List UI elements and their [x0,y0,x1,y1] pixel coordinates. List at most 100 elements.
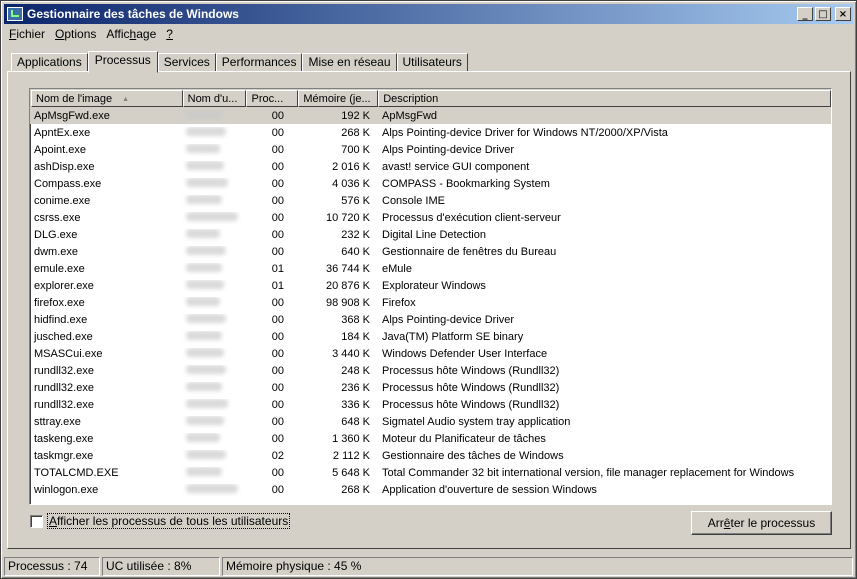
table-row[interactable]: taskmgr.exe 02 2 112 K Gestionnaire des tâc… [30,447,831,464]
process-description: Processus d'exécution client-serveur [382,211,561,224]
process-description: Application d'ouverture de session Windo… [382,483,597,496]
tab-utilisateurs[interactable]: Utilisateurs [396,53,468,72]
close-button[interactable]: × [835,7,851,21]
menu-help[interactable]: ? [161,27,178,41]
process-name: winlogon.exe [34,483,99,496]
redacted-username [186,279,224,289]
process-name: ApMsgFwd.exe [34,109,110,122]
process-memory: 4 036 K [332,177,370,190]
table-row[interactable]: ApntEx.exe 00 268 K Alps Pointing-device Dr… [30,124,831,141]
show-all-users-checkbox[interactable] [30,514,43,528]
table-row[interactable]: hidfind.exe 00 368 K Alps Pointing-device D… [30,311,831,328]
process-user-redacted [182,398,246,411]
redacted-username [186,177,228,187]
table-row[interactable]: conime.exe 00 576 K Console IME [30,192,831,209]
redacted-username [186,194,222,204]
tab-processus[interactable]: Processus [87,51,158,73]
title-bar[interactable]: Gestionnaire des tâches de Windows _ □ × [4,4,853,24]
process-name: Compass.exe [34,177,102,190]
table-row[interactable]: ApMsgFwd.exe 00 192 K ApMsgFwd [30,107,831,124]
table-row[interactable]: Compass.exe 00 4 036 K COMPASS - Bookmarkin… [30,175,831,192]
table-row[interactable]: DLG.exe 00 232 K Digital Line Detection [30,226,831,243]
process-cpu: 00 [271,177,284,190]
table-row[interactable]: rundll32.exe 00 248 K Processus hôte Window… [30,362,831,379]
menu-affichage-pre: Affic [106,27,130,41]
tab-services[interactable]: Services [157,53,216,72]
process-memory: 236 K [341,381,370,394]
table-row[interactable]: MSASCui.exe 00 3 440 K Windows Defender Use… [30,345,831,362]
process-description: Alps Pointing-device Driver for Windows … [382,126,668,139]
process-cpu: 01 [271,279,284,292]
process-name: MSASCui.exe [34,347,103,360]
column-header-name[interactable]: Nom de l'image ▲ [31,90,183,107]
process-description: Explorateur Windows [382,279,486,292]
process-description: eMule [382,262,412,275]
process-user-redacted [182,177,246,190]
process-cpu: 00 [271,432,284,445]
table-row[interactable]: emule.exe 01 36 744 K eMule [30,260,831,277]
process-name: jusched.exe [34,330,93,343]
table-row[interactable]: winlogon.exe 00 268 K Application d'ouvertu… [30,481,831,498]
process-name: taskmgr.exe [34,449,94,462]
process-name: rundll32.exe [34,381,94,394]
process-description: Alps Pointing-device Driver [382,313,515,326]
redacted-username [186,483,238,493]
table-row[interactable]: dwm.exe 00 640 K Gestionnaire de fenêtres d… [30,243,831,260]
redacted-username [186,347,224,357]
table-row[interactable]: explorer.exe 01 20 876 K Explorateur Window… [30,277,831,294]
process-description: Total Commander 32 bit international ver… [382,466,795,479]
process-name: sttray.exe [34,415,81,428]
tab-performances[interactable]: Performances [215,53,303,72]
process-name: TOTALCMD.EXE [34,466,119,479]
sort-ascending-icon: ▲ [122,96,130,103]
process-memory: 648 K [341,415,370,428]
table-row[interactable]: rundll32.exe 00 336 K Processus hôte Window… [30,396,831,413]
menu-options-post: ptions [64,27,97,41]
process-description: Console IME [382,194,445,207]
table-row[interactable]: ashDisp.exe 00 2 016 K avast! service GUI c… [30,158,831,175]
tab-mise-en-reseau[interactable]: Mise en réseau [302,53,397,72]
menu-fichier[interactable]: Fichier [4,27,50,41]
column-header-description[interactable]: Description [378,90,831,107]
column-header-memory[interactable]: Mémoire (je... [298,90,379,107]
table-row[interactable]: Apoint.exe 00 700 K Alps Pointing-device Dr… [30,141,831,158]
table-row[interactable]: taskeng.exe 00 1 360 K Moteur du Planificat… [30,430,831,447]
show-all-users-option[interactable]: Afficher les processus de tous les utili… [30,513,291,529]
process-list[interactable]: Nom de l'image ▲ Nom d'u... Proc... Mémoi… [29,88,832,505]
table-row[interactable]: TOTALCMD.EXE 00 5 648 K Total Commander 32 … [30,464,831,481]
table-row[interactable]: jusched.exe 00 184 K Java(TM) Platform SE b… [30,328,831,345]
show-all-users-post: fficher les processus de tous les utilis… [57,514,289,528]
process-memory: 640 K [341,245,370,258]
process-cpu: 00 [271,347,284,360]
status-physical-memory: Mémoire physique : 45 % [222,557,853,576]
column-header-user[interactable]: Nom d'u... [182,90,247,107]
end-process-button[interactable]: Arrêter le processus [691,511,832,535]
process-user-redacted [182,364,246,377]
process-description: ApMsgFwd [382,109,438,122]
process-name: conime.exe [34,194,91,207]
column-header-cpu[interactable]: Proc... [246,90,299,107]
table-row[interactable]: rundll32.exe 00 236 K Processus hôte Window… [30,379,831,396]
menu-affichage-post: age [136,27,157,41]
show-all-users-label[interactable]: Afficher les processus de tous les utili… [47,513,291,529]
menu-affichage[interactable]: Affichage [101,27,161,41]
table-row[interactable]: csrss.exe 00 10 720 K Processus d'exécution… [30,209,831,226]
redacted-username [186,262,222,272]
status-process-count: Processus : 74 [4,557,100,576]
maximize-button[interactable]: □ [815,7,831,21]
process-description: Sigmatel Audio system tray application [382,415,571,428]
minimize-button[interactable]: _ [797,7,813,21]
table-row[interactable]: firefox.exe 00 98 908 K Firefox [30,294,831,311]
process-user-redacted [182,296,246,309]
process-memory: 10 720 K [325,211,370,224]
process-user-redacted [182,228,246,241]
process-memory: 248 K [341,364,370,377]
menu-options[interactable]: Options [50,27,101,41]
process-user-redacted [182,160,246,173]
redacted-username [186,432,220,442]
redacted-username [186,143,220,153]
tab-applications[interactable]: Applications [11,53,88,72]
table-row[interactable]: sttray.exe 00 648 K Sigmatel Audio system t… [30,413,831,430]
process-description: Processus hôte Windows (Rundll32) [382,364,560,377]
process-cpu: 00 [271,330,284,343]
